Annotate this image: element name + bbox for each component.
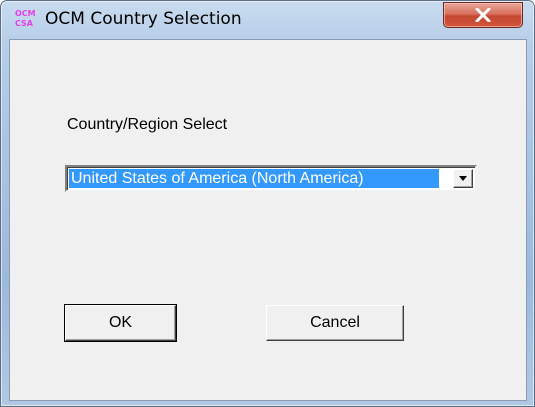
dropdown-arrow-button[interactable] <box>453 169 473 188</box>
cancel-button[interactable]: Cancel <box>266 305 404 341</box>
ocm-app-icon: OCM CSA <box>15 9 36 31</box>
window-title: OCM Country Selection <box>45 9 242 29</box>
title-bar[interactable]: OCM CSA OCM Country Selection <box>1 1 534 39</box>
country-region-selected-value[interactable]: United States of America (North America) <box>69 169 439 188</box>
ok-button[interactable]: OK <box>64 304 177 342</box>
close-button[interactable] <box>443 2 523 28</box>
country-region-label: Country/Region Select <box>67 116 228 133</box>
dialog-client-area: Country/Region Select United States of A… <box>9 39 527 401</box>
country-region-select[interactable]: United States of America (North America) <box>65 165 477 192</box>
app-icon-line-1: OCM <box>15 9 36 18</box>
chevron-down-icon <box>459 175 467 181</box>
close-x-icon <box>475 8 491 22</box>
dialog-window: OCM CSA OCM Country Selection Country/Re… <box>0 0 535 407</box>
app-icon-line-2: CSA <box>15 19 33 28</box>
